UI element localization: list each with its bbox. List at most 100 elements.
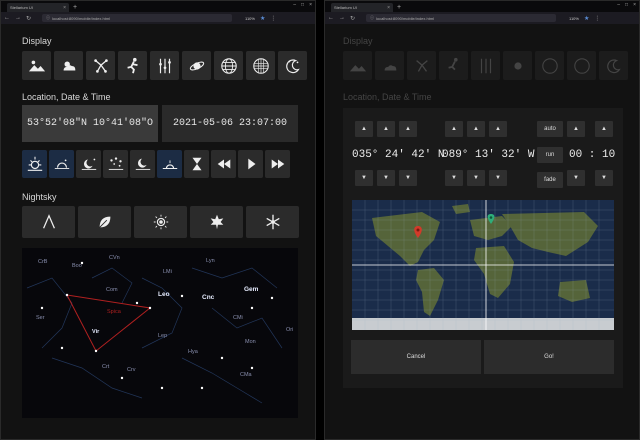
hourglass-button[interactable] <box>184 150 209 178</box>
constellation-label[interactable]: Gem <box>244 286 259 293</box>
location-display[interactable]: 53°52'08"N 10°41'08"O <box>22 105 158 142</box>
go-button[interactable]: Go! <box>484 340 614 374</box>
bookmark-star-icon[interactable]: ★ <box>584 15 589 22</box>
fade-button[interactable]: fade <box>537 172 563 188</box>
minute-down-button[interactable]: ▼ <box>595 170 613 186</box>
address-bar[interactable]: ⓘ localhost:8090/mobile/index.html <box>42 14 233 22</box>
browser-tab[interactable]: Stellarium UI × <box>331 3 393 12</box>
constellation-label[interactable]: Hya <box>188 349 199 355</box>
constellation-label[interactable]: Vir <box>92 329 100 335</box>
browser-tab[interactable]: Stellarium UI × <box>7 3 69 12</box>
extensions-icon[interactable]: ⋮ <box>270 15 276 22</box>
night-time-button[interactable] <box>103 150 128 178</box>
constellation-label[interactable]: Lep <box>158 333 167 339</box>
cancel-button[interactable]: Cancel <box>351 340 481 374</box>
reload-icon[interactable]: ↻ <box>26 15 31 22</box>
atmosphere-button[interactable] <box>54 51 83 80</box>
fast-forward-button[interactable] <box>265 150 290 178</box>
dawn-time-button[interactable] <box>157 150 182 178</box>
lat-min-up-button[interactable]: ▲ <box>377 121 395 137</box>
dusk-time-button[interactable] <box>49 150 74 178</box>
rewind-button[interactable] <box>211 150 236 178</box>
constellation-label[interactable]: CMa <box>240 372 253 378</box>
constellation-label[interactable]: Cnc <box>202 294 215 301</box>
auto-button[interactable]: auto <box>537 121 563 137</box>
sun-settings-button[interactable] <box>134 206 187 238</box>
zoom-level[interactable]: 110% <box>569 16 579 21</box>
tab-close-icon[interactable]: × <box>387 5 390 11</box>
evening-time-button[interactable] <box>76 150 101 178</box>
close-window-icon[interactable]: × <box>633 2 636 8</box>
lat-sec-down-button[interactable]: ▼ <box>399 170 417 186</box>
lon-min-up-button[interactable]: ▲ <box>467 121 485 137</box>
constellation-label[interactable]: Boo <box>72 263 82 269</box>
new-tab-icon[interactable]: + <box>73 3 77 12</box>
morning-time-button[interactable] <box>130 150 155 178</box>
run-button[interactable]: run <box>537 147 563 163</box>
datetime-display[interactable]: 2021-05-06 23:07:00 <box>162 105 298 142</box>
forward-icon[interactable]: → <box>15 15 21 21</box>
minute-up-button[interactable]: ▲ <box>595 121 613 137</box>
nav-bar: ← → ↻ ⓘ localhost:8090/mobile/index.html… <box>325 12 639 24</box>
equatorial-grid-button[interactable] <box>214 51 243 80</box>
stars-icon <box>108 157 123 170</box>
minimize-icon[interactable]: – <box>293 2 296 8</box>
extensions-icon[interactable]: ⋮ <box>594 15 600 22</box>
maximize-icon[interactable]: □ <box>301 2 304 8</box>
lon-sec-up-button[interactable]: ▲ <box>489 121 507 137</box>
night-mode-button <box>599 51 628 80</box>
constellation-label[interactable]: LMi <box>163 269 172 275</box>
constellation-label[interactable]: CVn <box>109 255 120 261</box>
constellation-label[interactable]: CMi <box>233 315 243 321</box>
minimize-icon[interactable]: – <box>617 2 620 8</box>
constellation-boundaries-button[interactable] <box>150 51 179 80</box>
reload-icon[interactable]: ↻ <box>350 15 355 22</box>
constellation-label[interactable]: Crv <box>127 367 136 373</box>
sunrise-time-button[interactable] <box>22 150 47 178</box>
planets-button[interactable] <box>182 51 211 80</box>
constellation-label[interactable]: Leo <box>158 291 170 298</box>
sky-map[interactable]: CrB Boo CVn Com LMi Lyn Leo Cnc Gem Ser Spica Vir Cr… <box>22 248 298 418</box>
constellation-label[interactable]: Mon <box>245 339 256 345</box>
night-mode-button[interactable] <box>278 51 307 80</box>
back-icon[interactable]: ← <box>328 15 334 21</box>
constellation-label[interactable]: Com <box>106 287 118 293</box>
lat-deg-down-button[interactable]: ▼ <box>355 170 373 186</box>
constellation-art-button[interactable] <box>118 51 147 80</box>
back-icon[interactable]: ← <box>4 15 10 21</box>
close-window-icon[interactable]: × <box>309 2 312 8</box>
zoom-level[interactable]: 110% <box>245 16 255 21</box>
sky-culture-button[interactable] <box>22 206 75 238</box>
constellation-label[interactable]: CrB <box>38 259 48 265</box>
lat-min-down-button[interactable]: ▼ <box>377 170 395 186</box>
landscape-button[interactable] <box>22 51 51 80</box>
page-info-icon: ⓘ <box>370 15 375 20</box>
constellation-label[interactable]: Crt <box>102 364 110 370</box>
constellation-label[interactable]: Ori <box>286 327 293 333</box>
star <box>135 301 139 305</box>
tab-close-icon[interactable]: × <box>63 5 66 11</box>
lat-sec-up-button[interactable]: ▲ <box>399 121 417 137</box>
nature-sky-button[interactable] <box>78 206 131 238</box>
address-bar[interactable]: ⓘ localhost:8090/mobile/index.html <box>366 14 557 22</box>
constellation-lines-button[interactable] <box>86 51 115 80</box>
lon-min-down-button[interactable]: ▼ <box>467 170 485 186</box>
hour-down-button[interactable]: ▼ <box>567 170 585 186</box>
lat-deg-up-button[interactable]: ▲ <box>355 121 373 137</box>
constellation-label[interactable]: Ser <box>36 315 45 321</box>
forward-icon[interactable]: → <box>339 15 345 21</box>
lon-deg-down-button[interactable]: ▼ <box>445 170 463 186</box>
world-map[interactable] <box>352 200 614 330</box>
bookmark-star-icon[interactable]: ★ <box>260 15 265 22</box>
azimuthal-grid-button[interactable] <box>246 51 275 80</box>
new-tab-icon[interactable]: + <box>397 3 401 12</box>
constellation-label[interactable]: Lyn <box>206 258 215 264</box>
hour-up-button[interactable]: ▲ <box>567 121 585 137</box>
lon-deg-up-button[interactable]: ▲ <box>445 121 463 137</box>
maximize-icon[interactable]: □ <box>625 2 628 8</box>
play-button[interactable] <box>238 150 263 178</box>
constellation-label[interactable]: Spica <box>107 309 122 315</box>
autumn-sky-button[interactable] <box>190 206 243 238</box>
lon-sec-down-button[interactable]: ▼ <box>489 170 507 186</box>
winter-sky-button[interactable] <box>246 206 299 238</box>
